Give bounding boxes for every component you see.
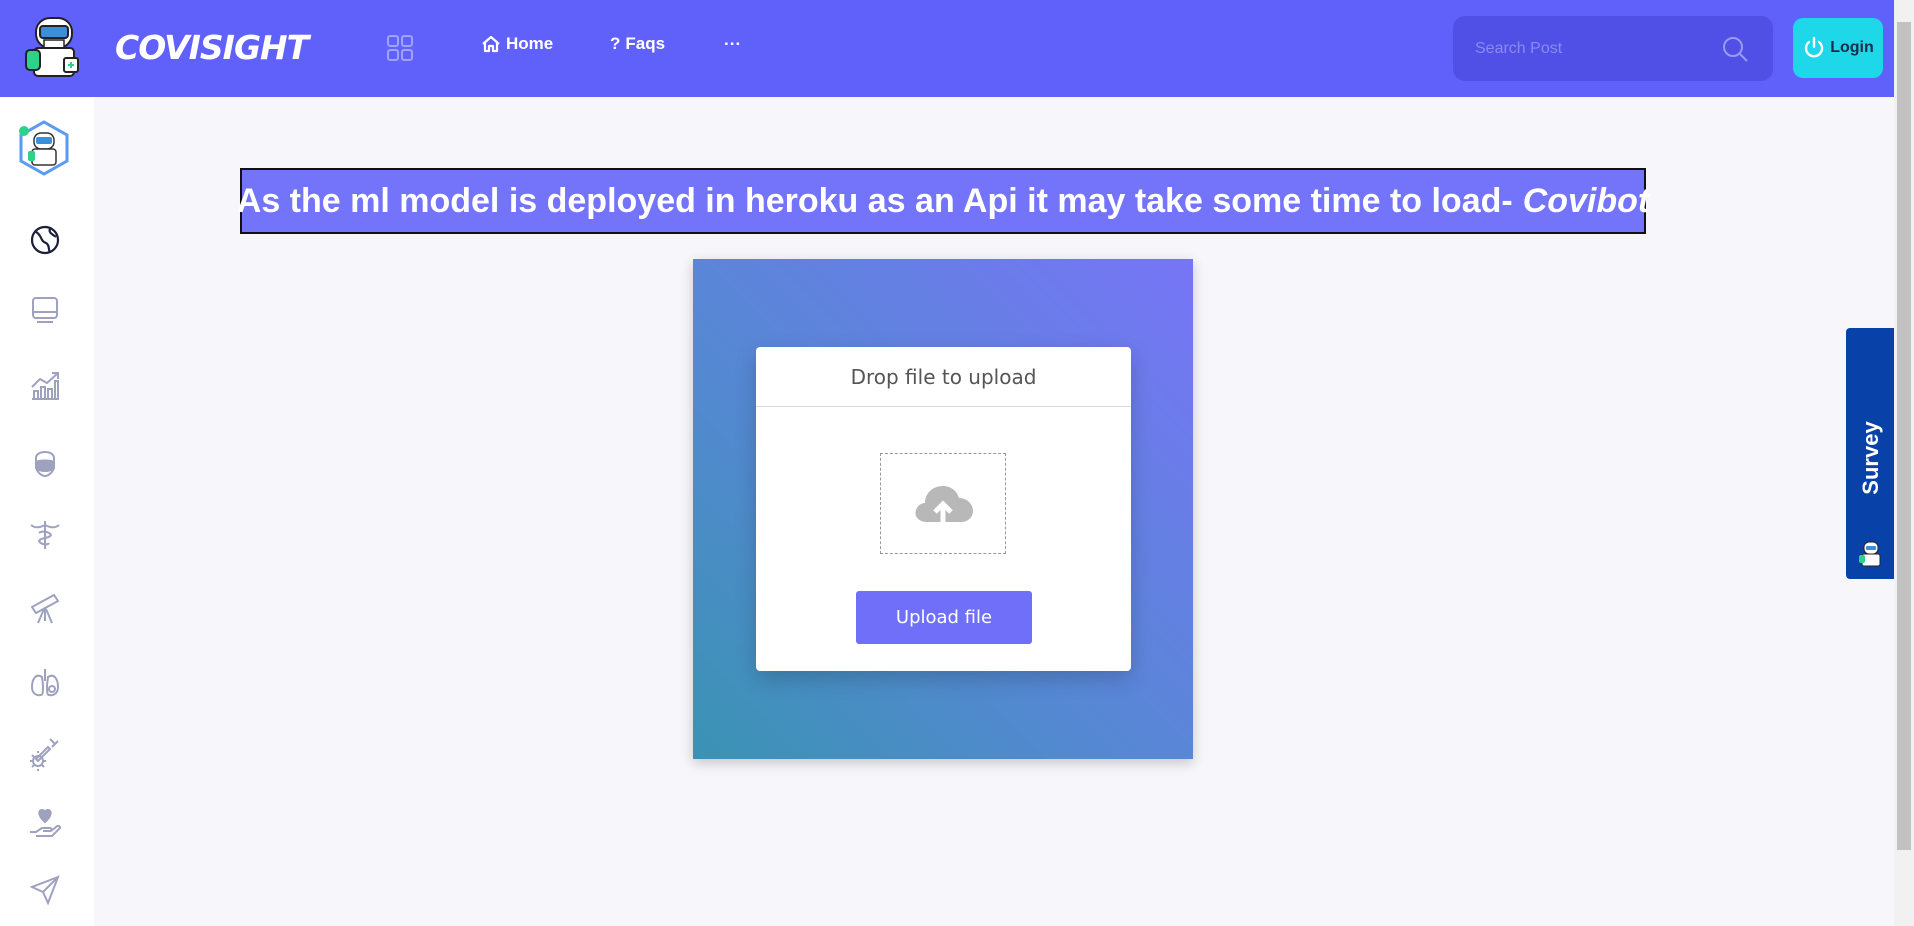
telescope-icon[interactable] — [28, 591, 62, 625]
power-icon — [1805, 36, 1824, 58]
mask-face-icon[interactable] — [28, 444, 62, 478]
top-navbar: COVISIGHT Home ? Faqs ... Login — [0, 0, 1894, 97]
login-label: Login — [1830, 39, 1874, 56]
brand-name[interactable]: COVISIGHT — [115, 28, 309, 67]
login-button[interactable]: Login — [1793, 18, 1883, 78]
upload-panel: Drop file to upload Upload file — [693, 259, 1193, 759]
nav-faqs-link[interactable]: ? Faqs — [610, 34, 665, 54]
notice-banner: As the ml model is deployed in heroku as… — [236, 168, 1649, 234]
apps-grid-icon[interactable] — [386, 34, 414, 62]
page-scrollbar[interactable] — [1894, 0, 1914, 926]
scrollbar-thumb[interactable] — [1897, 22, 1911, 850]
user-avatar[interactable] — [15, 119, 73, 177]
question-mark-icon: ? — [610, 34, 621, 53]
send-icon[interactable] — [28, 873, 62, 907]
cloud-upload-icon — [915, 485, 973, 522]
file-drop-zone[interactable] — [880, 453, 1006, 554]
banner-emphasis: Covibot — [1522, 181, 1650, 220]
upload-file-button[interactable]: Upload file — [856, 591, 1032, 644]
nav-more-menu[interactable]: ... — [724, 30, 741, 50]
sidebar — [0, 97, 94, 926]
nav-home-link[interactable]: Home — [481, 34, 553, 54]
search-input[interactable] — [1475, 36, 1715, 62]
survey-label: Survey — [1858, 421, 1883, 495]
heart-hand-icon[interactable] — [28, 806, 62, 840]
covisight-logo[interactable] — [24, 14, 84, 78]
upload-title: Drop file to upload — [756, 347, 1131, 407]
search-box — [1453, 16, 1773, 81]
globe-icon[interactable] — [28, 223, 62, 257]
nav-faqs-label: Faqs — [625, 34, 666, 53]
banner-text: As the ml model is deployed in heroku as… — [236, 181, 1513, 220]
upload-card: Drop file to upload Upload file — [756, 347, 1131, 671]
home-icon — [482, 35, 500, 53]
survey-mascot-icon — [1858, 540, 1884, 568]
vaccine-icon[interactable] — [28, 737, 62, 771]
caduceus-icon[interactable] — [28, 517, 62, 551]
nav-home-label: Home — [506, 34, 554, 53]
survey-tab[interactable]: Survey — [1846, 328, 1894, 579]
monitor-icon[interactable] — [28, 294, 62, 328]
chart-trend-icon[interactable] — [28, 369, 62, 403]
lungs-icon[interactable] — [28, 665, 62, 699]
search-icon[interactable] — [1721, 35, 1749, 63]
